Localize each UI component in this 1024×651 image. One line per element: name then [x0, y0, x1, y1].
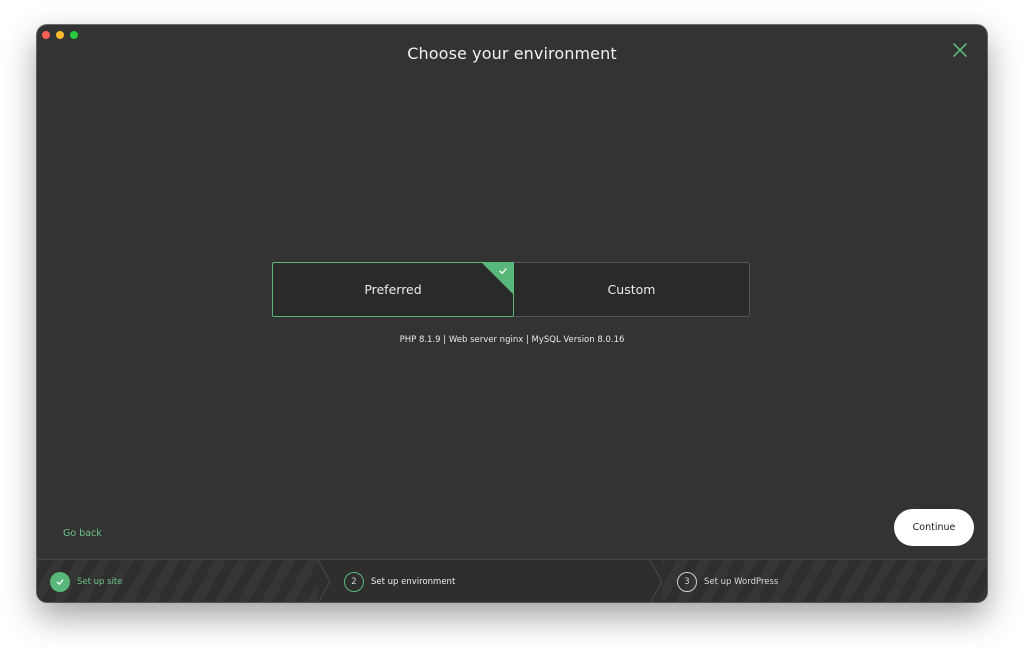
step-set-up-site[interactable]: Set up site	[50, 560, 123, 602]
step-number-badge: 2	[344, 571, 364, 592]
close-window-button[interactable]	[42, 31, 50, 39]
checkmark-icon	[56, 578, 64, 585]
option-preferred[interactable]: Preferred	[272, 262, 514, 317]
progress-stepper: Set up site 2 Set up environment 3 Set u…	[37, 559, 987, 602]
checkmark-icon	[499, 268, 507, 274]
option-custom-label: Custom	[607, 282, 656, 297]
step-number-badge: 3	[677, 571, 697, 592]
zoom-window-button[interactable]	[70, 31, 78, 39]
step-label: Set up WordPress	[704, 576, 779, 587]
close-x-icon	[953, 43, 967, 57]
option-custom[interactable]: Custom	[514, 262, 750, 317]
continue-button[interactable]: Continue	[894, 509, 974, 546]
step-done-badge	[50, 571, 70, 592]
minimize-window-button[interactable]	[56, 31, 64, 39]
step-label: Set up environment	[371, 576, 456, 587]
environment-details: PHP 8.1.9 | Web server nginx | MySQL Ver…	[399, 335, 625, 345]
step-set-up-wordpress[interactable]: 3 Set up WordPress	[677, 560, 778, 602]
app-window: Choose your environment Preferred Custom…	[37, 25, 987, 602]
go-back-link[interactable]: Go back	[63, 528, 102, 539]
step-separator-icon	[317, 560, 331, 602]
step-label: Set up site	[77, 576, 123, 587]
window-controls	[42, 31, 78, 39]
environment-options: Preferred Custom	[272, 262, 750, 317]
option-preferred-label: Preferred	[364, 282, 422, 297]
step-separator-icon	[649, 560, 663, 602]
page-title: Choose your environment	[407, 44, 617, 63]
step-set-up-environment[interactable]: 2 Set up environment	[344, 560, 455, 602]
close-dialog-button[interactable]	[950, 40, 970, 60]
